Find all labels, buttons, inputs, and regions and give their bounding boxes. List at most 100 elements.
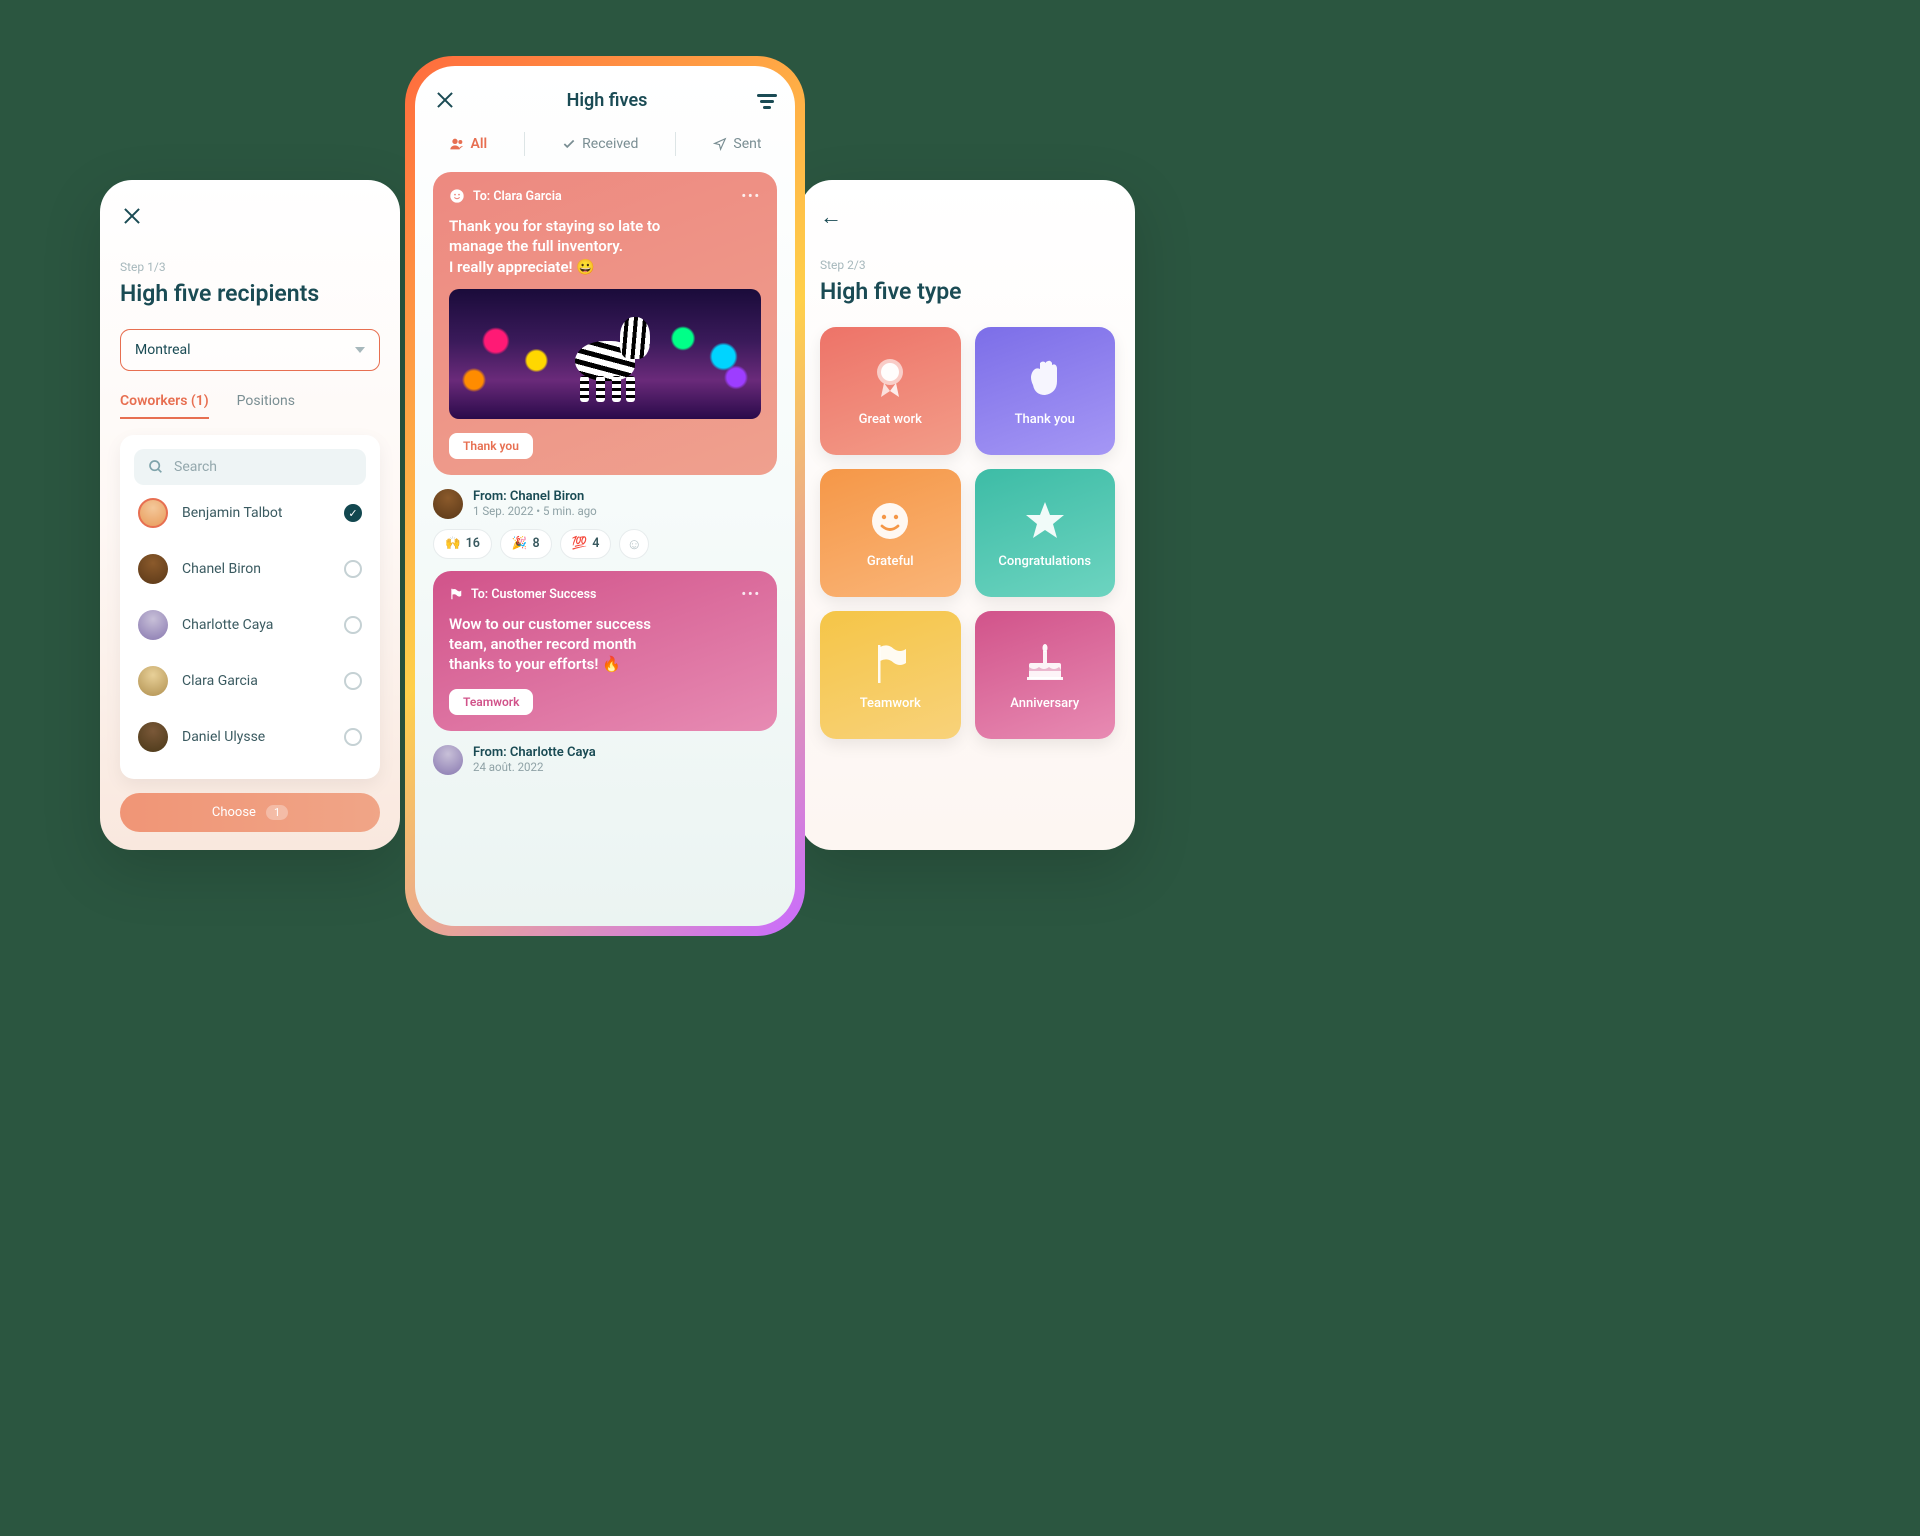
- avatar: [138, 666, 168, 696]
- smile-icon: [867, 498, 913, 544]
- from-block: From: Charlotte Caya 24 août. 2022: [433, 745, 777, 775]
- choose-count-badge: 1: [266, 805, 288, 820]
- avatar: [138, 610, 168, 640]
- check-icon: [562, 137, 576, 151]
- tab-label: All: [471, 136, 488, 152]
- avatar: [138, 498, 168, 528]
- flag-icon: [867, 640, 913, 686]
- high-five-card: To: Clara Garcia ••• Thank you for stayi…: [433, 172, 777, 475]
- high-five-card: To: Customer Success ••• Wow to our cust…: [433, 571, 777, 731]
- card-to-label: To: Customer Success: [471, 587, 596, 602]
- search-icon: [148, 459, 164, 475]
- step-indicator: Step 1/3: [120, 260, 380, 274]
- tab-label: Sent: [733, 136, 761, 152]
- step-indicator: Step 2/3: [820, 258, 1115, 272]
- more-icon[interactable]: •••: [742, 189, 761, 204]
- tab-coworkers[interactable]: Coworkers (1): [120, 393, 209, 419]
- type-label: Grateful: [867, 554, 914, 569]
- coworker-name: Daniel Ulysse: [182, 729, 330, 745]
- center-phone-frame: High fives All Received Sent: [405, 56, 805, 936]
- type-label: Thank you: [1015, 412, 1075, 427]
- type-thank-you[interactable]: Thank you: [975, 327, 1116, 455]
- card-to-label: To: Clara Garcia: [473, 189, 562, 204]
- add-reaction-button[interactable]: ☺: [619, 529, 649, 559]
- radio-unchecked[interactable]: [344, 560, 362, 578]
- close-icon[interactable]: [120, 204, 144, 228]
- coworker-name: Benjamin Talbot: [182, 505, 330, 521]
- choose-button[interactable]: Choose 1: [120, 793, 380, 832]
- card-tag[interactable]: Thank you: [449, 433, 533, 459]
- type-label: Anniversary: [1010, 696, 1079, 711]
- panel-title: High five recipients: [120, 280, 380, 307]
- tab-label: Received: [582, 136, 638, 152]
- from-timestamp: 24 août. 2022: [473, 760, 596, 774]
- feed-header: High fives: [433, 88, 777, 112]
- medal-icon: [867, 356, 913, 402]
- coworker-row[interactable]: Benjamin Talbot ✓: [134, 485, 366, 541]
- hand-wave-icon: [1022, 356, 1068, 402]
- check-icon[interactable]: ✓: [344, 504, 362, 522]
- coworker-row[interactable]: Chanel Biron: [134, 541, 366, 597]
- recipients-panel: Step 1/3 High five recipients Montreal C…: [100, 180, 400, 850]
- reactions-row: 🙌16 🎉8 💯4 ☺: [433, 529, 777, 559]
- recipient-tabs: Coworkers (1) Positions: [120, 393, 380, 419]
- type-label: Teamwork: [860, 696, 921, 711]
- avatar: [138, 722, 168, 752]
- radio-unchecked[interactable]: [344, 672, 362, 690]
- type-label: Great work: [859, 412, 922, 427]
- filter-icon[interactable]: [757, 90, 777, 110]
- flag-icon: [449, 587, 463, 601]
- reaction-pill[interactable]: 💯4: [560, 529, 612, 559]
- type-great-work[interactable]: Great work: [820, 327, 961, 455]
- reaction-pill[interactable]: 🎉8: [500, 529, 552, 559]
- coworker-list-card: Search Benjamin Talbot ✓ Chanel Biron Ch…: [120, 435, 380, 779]
- feed-tabs: All Received Sent: [433, 132, 777, 156]
- radio-unchecked[interactable]: [344, 616, 362, 634]
- type-panel: ← Step 2/3 High five type Great work Tha…: [800, 180, 1135, 850]
- close-icon[interactable]: [433, 88, 457, 112]
- type-teamwork[interactable]: Teamwork: [820, 611, 961, 739]
- card-message: Thank you for staying so late to manage …: [449, 216, 761, 277]
- smile-icon: [449, 188, 465, 204]
- dropdown-value: Montreal: [135, 342, 191, 358]
- type-congratulations[interactable]: Congratulations: [975, 469, 1116, 597]
- card-tag[interactable]: Teamwork: [449, 689, 533, 715]
- reaction-pill[interactable]: 🙌16: [433, 529, 492, 559]
- avatar: [433, 745, 463, 775]
- coworker-name: Charlotte Caya: [182, 617, 330, 633]
- tab-sent[interactable]: Sent: [711, 132, 763, 156]
- type-grateful[interactable]: Grateful: [820, 469, 961, 597]
- avatar: [433, 489, 463, 519]
- tab-received[interactable]: Received: [560, 132, 640, 156]
- feed-title: High fives: [567, 90, 648, 111]
- location-dropdown[interactable]: Montreal: [120, 329, 380, 371]
- from-label: From: Charlotte Caya: [473, 745, 596, 760]
- card-message: Wow to our customer success team, anothe…: [449, 614, 761, 675]
- coworker-row[interactable]: Daniel Ulysse: [134, 709, 366, 765]
- search-input[interactable]: Search: [134, 449, 366, 485]
- type-anniversary[interactable]: Anniversary: [975, 611, 1116, 739]
- coworker-row[interactable]: Clara Garcia: [134, 653, 366, 709]
- more-icon[interactable]: •••: [742, 587, 761, 602]
- back-arrow-icon[interactable]: ←: [820, 205, 842, 230]
- type-label: Congratulations: [998, 554, 1091, 569]
- radio-unchecked[interactable]: [344, 728, 362, 746]
- coworker-name: Clara Garcia: [182, 673, 330, 689]
- cake-icon: [1022, 640, 1068, 686]
- tab-all[interactable]: All: [447, 132, 490, 156]
- coworker-name: Chanel Biron: [182, 561, 330, 577]
- avatar: [138, 554, 168, 584]
- card-media: [449, 289, 761, 419]
- type-grid: Great work Thank you Grateful Congratula…: [820, 327, 1115, 739]
- from-timestamp: 1 Sep. 2022 • 5 min. ago: [473, 504, 597, 518]
- tab-positions[interactable]: Positions: [237, 393, 295, 419]
- star-icon: [1022, 498, 1068, 544]
- choose-label: Choose: [212, 805, 256, 820]
- chevron-down-icon: [355, 347, 365, 353]
- send-icon: [713, 137, 727, 151]
- search-placeholder: Search: [174, 459, 217, 475]
- from-block: From: Chanel Biron 1 Sep. 2022 • 5 min. …: [433, 489, 777, 519]
- high-fives-feed-panel: High fives All Received Sent: [415, 66, 795, 926]
- coworker-row[interactable]: Charlotte Caya: [134, 597, 366, 653]
- panel-title: High five type: [820, 278, 1115, 305]
